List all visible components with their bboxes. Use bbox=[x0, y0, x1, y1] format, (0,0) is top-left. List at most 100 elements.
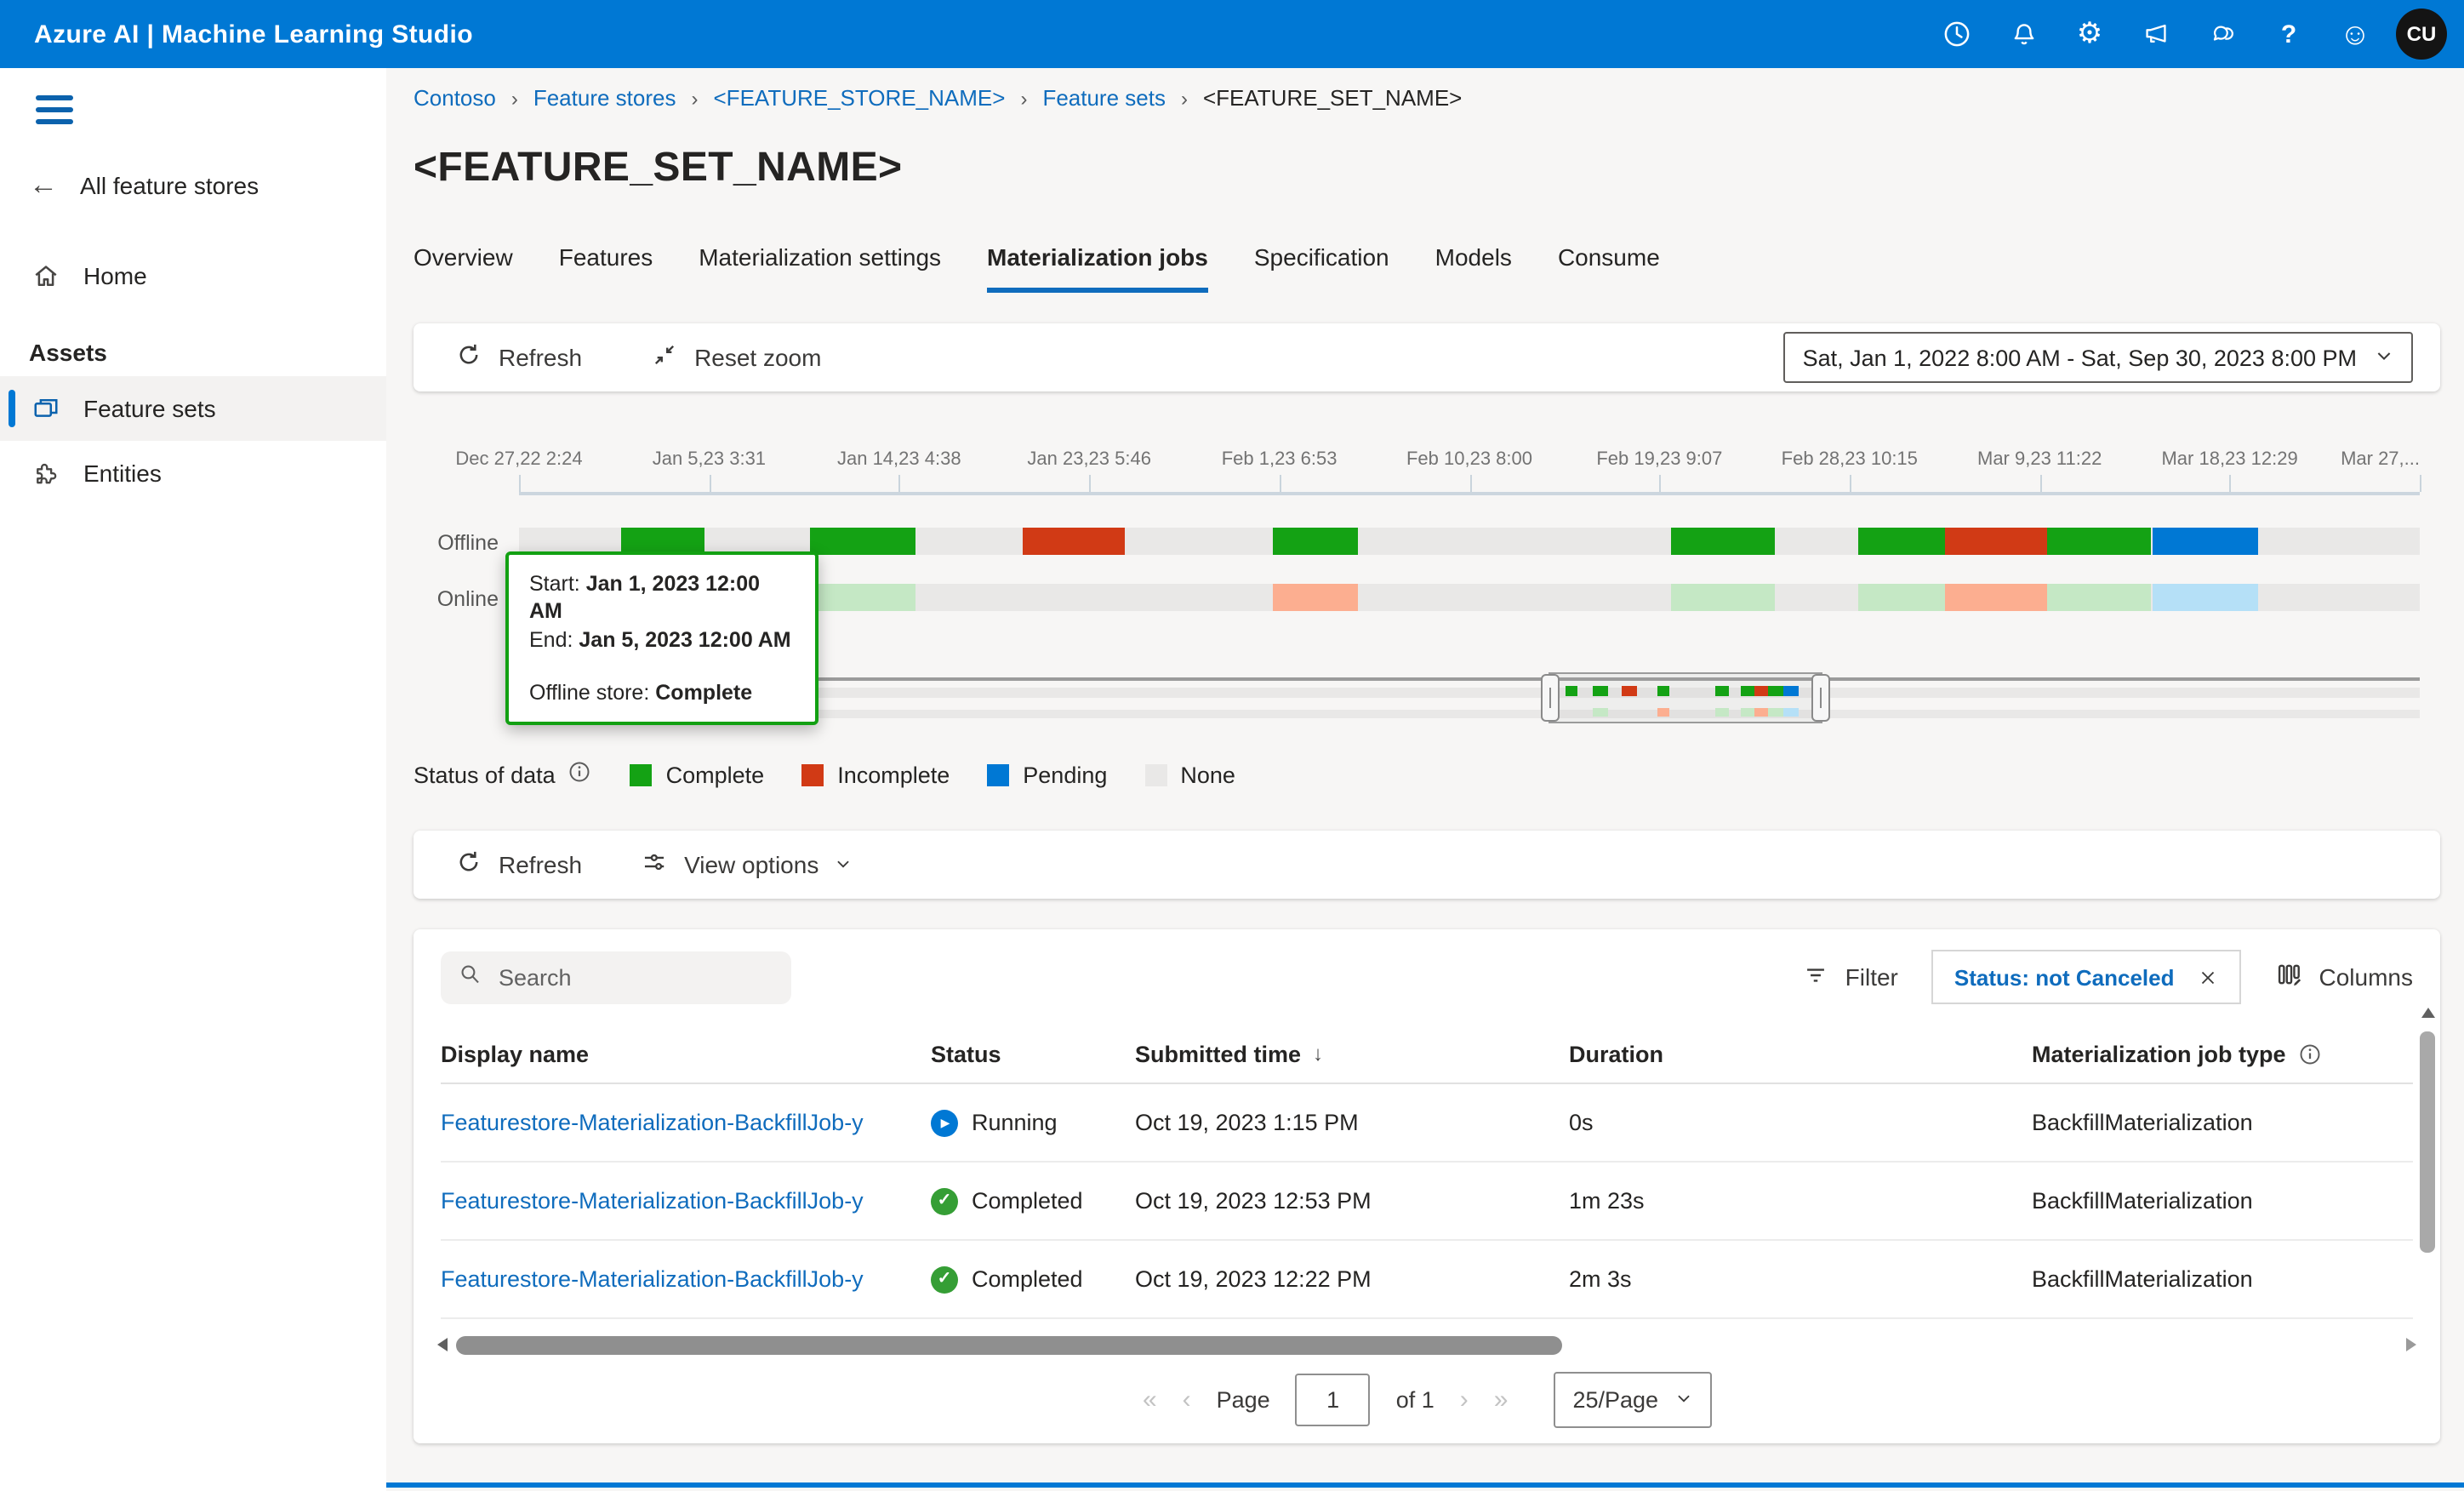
back-to-all-feature-stores[interactable]: ← All feature stores bbox=[29, 168, 386, 202]
sidebar-item-entities[interactable]: Entities bbox=[0, 440, 386, 505]
timeline-segment-incomplete[interactable] bbox=[1945, 584, 2048, 611]
next-page-button[interactable]: › bbox=[1460, 1385, 1469, 1414]
smiley-icon[interactable]: ☺ bbox=[2330, 9, 2381, 60]
brush-window[interactable] bbox=[1549, 672, 1823, 723]
tab-models[interactable]: Models bbox=[1435, 243, 1512, 293]
brush-mini-segment bbox=[1714, 708, 1729, 717]
tab-consume[interactable]: Consume bbox=[1558, 243, 1660, 293]
header-display-name[interactable]: Display name bbox=[441, 1041, 931, 1066]
breadcrumb: Contoso›Feature stores›<FEATURE_STORE_NA… bbox=[414, 85, 2440, 111]
history-icon[interactable] bbox=[1931, 9, 1982, 60]
timeline-segment-incomplete[interactable] bbox=[1274, 584, 1357, 611]
tab-features[interactable]: Features bbox=[559, 243, 653, 293]
page-size-select[interactable]: 25/Page bbox=[1554, 1371, 1711, 1427]
breadcrumb-separator: › bbox=[692, 86, 699, 110]
horizontal-scrollbar-thumb[interactable] bbox=[456, 1335, 1563, 1354]
timeline-segment-pending[interactable] bbox=[2152, 528, 2258, 555]
job-display-name-link[interactable]: Featurestore-Materialization-BackfillJob… bbox=[441, 1110, 864, 1135]
brush-mini-segment bbox=[1658, 708, 1670, 717]
brush-handle-left[interactable] bbox=[1542, 674, 1560, 722]
search-input[interactable]: Search bbox=[441, 951, 791, 1003]
timeline-segment-complete[interactable] bbox=[810, 584, 916, 611]
header-job-type[interactable]: Materialization job type bbox=[2032, 1041, 2413, 1066]
job-display-name-link[interactable]: Featurestore-Materialization-BackfillJob… bbox=[441, 1188, 864, 1214]
date-range-select[interactable]: Sat, Jan 1, 2022 8:00 AM - Sat, Sep 30, … bbox=[1784, 332, 2413, 383]
tab-materialization-jobs[interactable]: Materialization jobs bbox=[987, 243, 1208, 293]
horizontal-scrollbar-track[interactable] bbox=[456, 1335, 2398, 1354]
feedback-icon[interactable] bbox=[2197, 9, 2248, 60]
menu-icon[interactable] bbox=[36, 95, 73, 123]
timeline-segment-incomplete[interactable] bbox=[1945, 528, 2048, 555]
filter-button[interactable]: Filter bbox=[1803, 961, 1898, 993]
page-number-input[interactable]: 1 bbox=[1296, 1373, 1371, 1425]
notifications-icon[interactable] bbox=[1998, 9, 2049, 60]
announcements-icon[interactable] bbox=[2130, 9, 2182, 60]
help-icon[interactable]: ? bbox=[2263, 9, 2314, 60]
header-duration[interactable]: Duration bbox=[1569, 1041, 2032, 1066]
avatar[interactable]: CU bbox=[2396, 9, 2447, 60]
scroll-left-icon[interactable] bbox=[437, 1338, 448, 1351]
breadcrumb-item[interactable]: Contoso bbox=[414, 85, 496, 111]
home-icon bbox=[31, 260, 61, 290]
scroll-right-icon[interactable] bbox=[2406, 1338, 2416, 1351]
prev-page-button[interactable]: ‹ bbox=[1183, 1385, 1191, 1414]
tab-specification[interactable]: Specification bbox=[1254, 243, 1389, 293]
job-type-cell: BackfillMaterialization bbox=[2032, 1266, 2413, 1292]
refresh-label: Refresh bbox=[499, 344, 582, 371]
table-row: Featurestore-Materialization-BackfillJob… bbox=[441, 1241, 2413, 1319]
header-status[interactable]: Status bbox=[931, 1041, 1135, 1066]
status-label: Completed bbox=[972, 1188, 1083, 1214]
info-icon[interactable] bbox=[568, 759, 593, 790]
search-placeholder: Search bbox=[499, 964, 572, 990]
first-page-button[interactable]: « bbox=[1143, 1385, 1157, 1414]
axis-tick-label: Feb 28,23 10:15 bbox=[1782, 449, 1918, 470]
refresh-button[interactable]: Refresh bbox=[434, 323, 602, 391]
filter-chip-status-not-canceled[interactable]: Status: not Canceled bbox=[1932, 950, 2241, 1004]
breadcrumb-item[interactable]: <FEATURE_STORE_NAME> bbox=[714, 85, 1006, 111]
refresh-icon bbox=[454, 340, 483, 374]
jobs-refresh-button[interactable]: Refresh bbox=[434, 831, 602, 899]
timeline-segment-incomplete[interactable] bbox=[1023, 528, 1126, 555]
legend-item-complete: Complete bbox=[630, 762, 765, 787]
columns-button[interactable]: Columns bbox=[2275, 960, 2414, 994]
timeline-segment-pending[interactable] bbox=[2152, 584, 2258, 611]
timeline-segment-complete[interactable] bbox=[1274, 528, 1357, 555]
sidebar-item-feature-sets[interactable]: Feature sets bbox=[0, 375, 386, 440]
legend-label: Incomplete bbox=[837, 762, 950, 787]
header-submitted-time[interactable]: Submitted time ↓ bbox=[1135, 1041, 1569, 1066]
table-row: Featurestore-Materialization-BackfillJob… bbox=[441, 1163, 2413, 1241]
scroll-up-icon[interactable] bbox=[2421, 1008, 2434, 1018]
jobs-table: Display name Status Submitted time ↓ Dur… bbox=[414, 1025, 2440, 1319]
timeline-segment-complete[interactable] bbox=[1671, 528, 1776, 555]
chevron-down-icon bbox=[1674, 1386, 1692, 1412]
timeline-segment-complete[interactable] bbox=[2047, 528, 2152, 555]
info-icon[interactable] bbox=[2298, 1041, 2324, 1066]
horizontal-scrollbar[interactable] bbox=[437, 1334, 2416, 1355]
brush-handle-right[interactable] bbox=[1812, 674, 1831, 722]
view-options-button[interactable]: View options bbox=[619, 831, 873, 899]
vertical-scrollbar-thumb[interactable] bbox=[2420, 1031, 2435, 1253]
tab-materialization-settings[interactable]: Materialization settings bbox=[699, 243, 941, 293]
axis-tick-label: Feb 10,23 8:00 bbox=[1406, 449, 1532, 470]
breadcrumb-item[interactable]: Feature sets bbox=[1042, 85, 1166, 111]
brush-mini-segment bbox=[1754, 708, 1768, 717]
tab-overview[interactable]: Overview bbox=[414, 243, 513, 293]
timeline-axis-baseline bbox=[519, 492, 2420, 495]
settings-icon[interactable]: ⚙ bbox=[2064, 9, 2115, 60]
brush-mini-segment bbox=[1714, 686, 1729, 696]
last-page-button[interactable]: » bbox=[1494, 1385, 1509, 1414]
timeline-segment-complete[interactable] bbox=[2047, 584, 2152, 611]
vertical-scrollbar[interactable] bbox=[2418, 1008, 2437, 1416]
reset-zoom-button[interactable]: Reset zoom bbox=[630, 323, 841, 391]
timeline-segment-complete[interactable] bbox=[1859, 528, 1945, 555]
close-icon[interactable] bbox=[2197, 966, 2219, 988]
breadcrumb-item[interactable]: Feature stores bbox=[533, 85, 676, 111]
chart-toolbar: Refresh Reset zoom Sat, Jan 1, 2022 8:00… bbox=[414, 323, 2440, 391]
timeline-segment-complete[interactable] bbox=[1671, 584, 1776, 611]
timeline-area: Dec 27,22 2:24Jan 5,23 3:31Jan 14,23 4:3… bbox=[519, 449, 2420, 732]
sidebar-item-home[interactable]: Home bbox=[0, 243, 386, 307]
job-display-name-link[interactable]: Featurestore-Materialization-BackfillJob… bbox=[441, 1266, 864, 1292]
sidebar-section-assets: Assets bbox=[29, 338, 386, 365]
timeline-segment-complete[interactable] bbox=[810, 528, 916, 555]
timeline-segment-complete[interactable] bbox=[1859, 584, 1945, 611]
